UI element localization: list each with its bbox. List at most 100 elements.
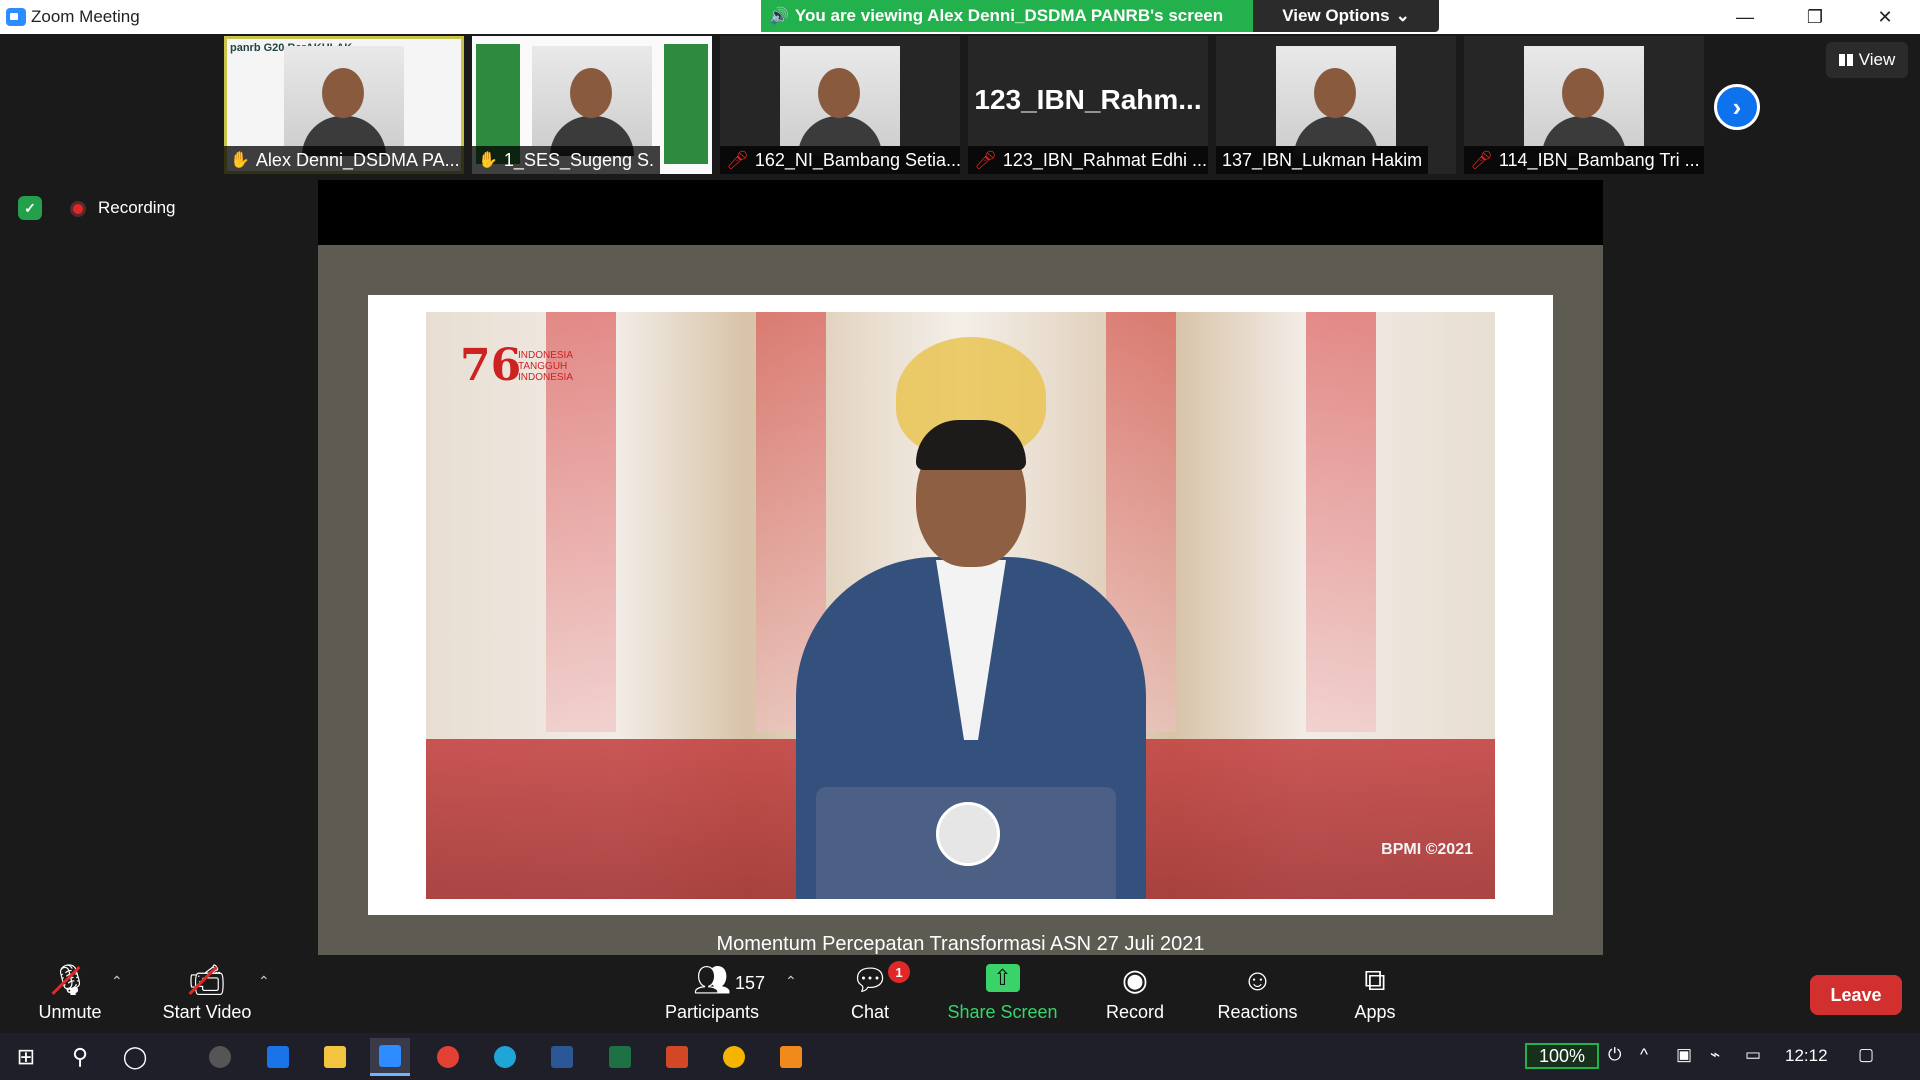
smiley-icon: ☺ [1242,964,1273,997]
participant-video [780,46,900,156]
zoom-taskbar-icon[interactable] [370,1038,410,1076]
power-icon[interactable]: ⏻ [1608,1045,1621,1065]
embedded-video: 76 INDONESIA TANGGUH INDONESIA BPMI ©202… [426,312,1495,899]
word-icon[interactable] [542,1038,582,1076]
participant-thumbnail[interactable]: 🎤︎ 114_IBN_Bambang Tri ... [1464,36,1704,174]
participant-thumbnail[interactable]: 🎤︎ 162_NI_Bambang Setia... [720,36,960,174]
participant-name: 1_SES_Sugeng S. [503,149,655,170]
participant-name-bar: 🎤︎ 162_NI_Bambang Setia... [720,146,960,174]
window-title: Zoom Meeting [31,7,140,26]
view-options-button[interactable]: View Options ⌄ [1253,0,1439,32]
video-camera-icon: 📹︎ [187,964,227,997]
slide-caption: Momentum Percepatan Transformasi ASN 27 … [716,933,1205,955]
chevron-down-icon: ⌄ [1395,6,1410,25]
chrome-icon[interactable] [428,1038,468,1076]
shared-screen-top-bar [318,180,1603,245]
participant-name: 123_IBN_Rahmat Edhi ... [1002,149,1207,170]
participant-name-bar: ✋ Alex Denni_DSDMA PA... [224,146,464,174]
shared-screen: 76 INDONESIA TANGGUH INDONESIA BPMI ©202… [318,245,1603,955]
view-options-label: View Options [1282,6,1390,25]
participant-name-bar: 🎤︎ 123_IBN_Rahmat Edhi ... [968,146,1208,174]
chrome-icon[interactable] [714,1038,754,1076]
participant-name: 162_NI_Bambang Setia... [754,149,960,170]
shield-icon[interactable]: ✓ [18,196,42,220]
participant-name-bar: 137_IBN_Lukman Hakim [1216,146,1429,174]
participant-video [1524,46,1644,156]
participants-button[interactable]: 👥︎ Participants [660,959,764,1029]
clock[interactable]: 12:12 [1785,1046,1828,1066]
participant-name-bar: 🎤︎ 114_IBN_Bambang Tri ... [1464,146,1704,174]
participant-thumbnail[interactable]: panrb G20 BerAKHLAK ✋ Alex Denni_DSDMA P… [224,36,464,174]
participant-video [532,46,652,156]
edge-icon[interactable] [485,1038,525,1076]
participant-thumbnail[interactable]: 137_IBN_Lukman Hakim [1216,36,1456,174]
chat-label: Chat [850,1002,890,1022]
viewing-banner-text: You are viewing Alex Denni_DSDMA PANRB's… [794,6,1224,25]
apps-button[interactable]: ⧉ Apps [1340,959,1410,1029]
anniversary-logo-text: INDONESIA TANGGUH INDONESIA [518,350,574,383]
slide: 76 INDONESIA TANGGUH INDONESIA BPMI ©202… [368,295,1553,915]
speaker-icon: 🔊 [769,8,789,25]
windows-start-icon[interactable]: ⊞ [6,1038,46,1076]
podium-seal-icon [936,802,1000,866]
minimize-button[interactable]: — [1710,0,1780,34]
orange-app-icon[interactable] [771,1038,811,1076]
viewing-screen-banner: 🔊 You are viewing Alex Denni_DSDMA PANRB… [761,0,1253,32]
participants-icon: 👥︎ [692,964,732,997]
meeting-toolbar: 🎙︎ Unmute ⌃ 📹︎ Start Video ⌃ 👥︎ Particip… [0,955,1920,1033]
network-icon[interactable]: ⌁ [1710,1045,1720,1065]
participant-name: 137_IBN_Lukman Hakim [1222,149,1423,170]
participant-placeholder-name: 123_IBN_Rahm... [974,84,1202,115]
next-page-arrow-icon[interactable]: › [1714,84,1760,130]
audio-options-caret-icon[interactable]: ⌃ [111,973,123,990]
muted-mic-icon: 🎤︎ [1470,149,1493,170]
participants-label: Participants [664,1002,760,1022]
chat-button[interactable]: 💬︎ Chat 1 [830,959,910,1029]
zoom-level-indicator[interactable]: 100% [1525,1043,1599,1069]
hand-icon: ✋ [478,152,498,169]
microphone-icon: 🎙︎ [50,964,90,997]
background-banner-right [664,44,708,164]
share-screen-label: Share Screen [947,1002,1058,1022]
participant-thumbnail[interactable]: ✋ 1_SES_Sugeng S. [472,36,712,174]
chevron-up-icon[interactable]: ^ [1640,1045,1648,1065]
curtain-decoration [1306,312,1376,732]
notifications-icon[interactable]: ▢ [1858,1045,1874,1065]
view-label: View [1858,50,1896,69]
camera-tray-icon[interactable]: ▣ [1676,1045,1692,1065]
chat-bubble-icon: 💬︎ [850,964,890,997]
leave-button[interactable]: Leave [1810,975,1902,1015]
search-icon[interactable]: ⚲ [60,1038,100,1076]
record-icon: ◉ [1121,964,1149,997]
participant-name: Alex Denni_DSDMA PA... [255,149,460,170]
participant-name-bar: ✋ 1_SES_Sugeng S. [472,146,661,174]
view-layout-button[interactable]: View [1826,42,1908,78]
media-app-icon[interactable] [200,1038,240,1076]
participant-video [1276,46,1396,156]
file-explorer-icon[interactable] [315,1038,355,1076]
cortana-icon[interactable]: ◯ [115,1038,155,1076]
unmute-label: Unmute [38,1002,102,1022]
powerpoint-icon[interactable] [657,1038,697,1076]
battery-icon[interactable]: ▭ [1745,1045,1761,1065]
participant-name: 114_IBN_Bambang Tri ... [1498,149,1700,170]
unmute-button[interactable]: 🎙︎ Unmute [30,959,110,1029]
muted-mic-icon: 🎤︎ [726,149,749,170]
participants-caret-icon[interactable]: ⌃ [785,973,797,990]
restore-button[interactable]: ❐ [1780,0,1850,34]
grid-icon [1838,54,1853,66]
mail-icon[interactable] [258,1038,298,1076]
chat-unread-badge: 1 [888,961,910,983]
reactions-button[interactable]: ☺ Reactions [1210,959,1305,1029]
close-button[interactable]: ✕ [1850,0,1920,34]
recording-label: Recording [98,198,176,217]
excel-icon[interactable] [600,1038,640,1076]
video-options-caret-icon[interactable]: ⌃ [258,973,270,990]
start-video-button[interactable]: 📹︎ Start Video [157,959,257,1029]
share-screen-button[interactable]: ⇧ Share Screen [945,959,1060,1029]
participant-count: 157 [735,973,766,993]
muted-mic-icon: 🎤︎ [974,149,997,170]
participant-video [284,46,404,156]
record-button[interactable]: ◉ Record [1095,959,1175,1029]
participant-thumbnail[interactable]: 123_IBN_Rahm... 🎤︎ 123_IBN_Rahmat Edhi .… [968,36,1208,174]
